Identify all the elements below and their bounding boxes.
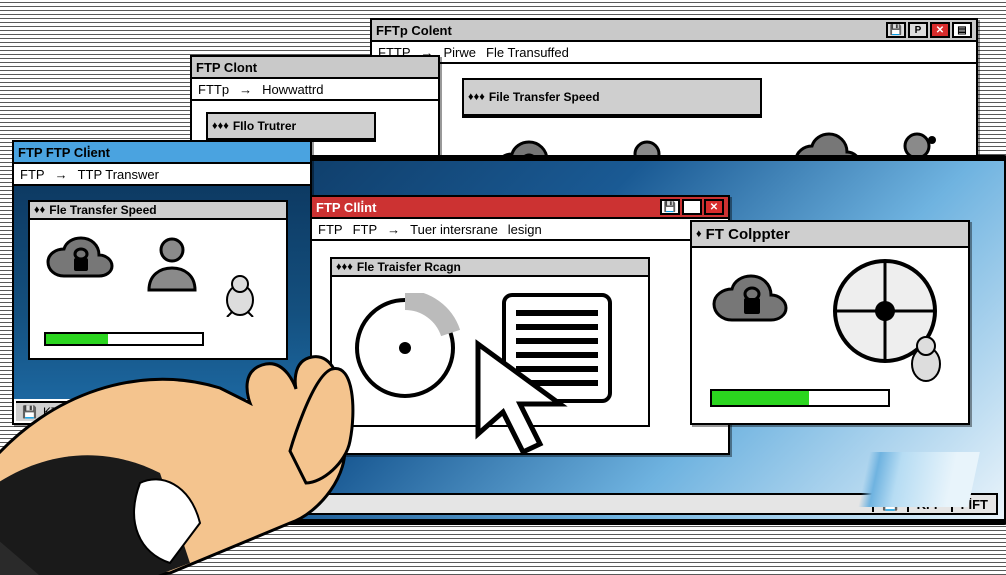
window-title: FFTp Colent bbox=[376, 23, 886, 38]
cursor-arrow-icon bbox=[468, 334, 588, 484]
menu-item[interactable]: FTP bbox=[20, 167, 45, 182]
user-icon bbox=[140, 234, 204, 296]
progress-fill bbox=[46, 334, 108, 344]
titlebar[interactable]: FFTp Colent 💾 P ✕ ▤ bbox=[372, 20, 976, 42]
window-body: ♦♦ Fle Transfer Speed bbox=[14, 186, 310, 399]
menu-item[interactable]: FTTp bbox=[198, 82, 229, 97]
panel-header: ♦♦ Fle Transfer Speed bbox=[30, 202, 286, 220]
arrow-icon: → bbox=[55, 167, 68, 182]
menu-item[interactable]: Fle Transuffed bbox=[486, 45, 569, 60]
diamond-icon: ♦♦♦ bbox=[468, 91, 485, 103]
menubar[interactable]: FTP FTP → Tuer intersrane lesign bbox=[312, 219, 728, 241]
titlebar[interactable]: FTP Clli̇nt 💾 P ✕ bbox=[312, 197, 728, 219]
window-title: FTP Clli̇nt bbox=[316, 200, 660, 215]
titlebar[interactable]: FTP FTP Cli̇ent bbox=[14, 142, 310, 164]
menu-item[interactable]: FTP bbox=[353, 222, 378, 237]
close-button[interactable]: ✕ bbox=[704, 199, 724, 215]
grip-icon bbox=[282, 406, 302, 418]
save-icon[interactable]: 💾 bbox=[886, 22, 906, 38]
cloud-lock-icon bbox=[710, 270, 800, 342]
arrow-icon: → bbox=[239, 82, 252, 97]
progress-bar bbox=[44, 332, 204, 346]
panel-title: File Transfer Speed bbox=[489, 90, 600, 104]
minimize-button[interactable]: P bbox=[908, 22, 928, 38]
menu-item[interactable]: TTP Transwer bbox=[78, 167, 159, 182]
panel-header: ♦♦♦ Fle Traisfer Rcagn bbox=[332, 259, 648, 277]
status-bar: 💾 KFP FİFT bbox=[262, 493, 998, 515]
diamond-icon: ♦ bbox=[696, 228, 702, 240]
menu-item[interactable]: Tuer intersrane bbox=[410, 222, 498, 237]
progress-fill bbox=[712, 391, 809, 405]
window-statusbar: 💾 KTP bbox=[16, 401, 308, 421]
titlebar[interactable]: FTP Clont bbox=[192, 57, 438, 79]
window-title: FTP Clont bbox=[196, 60, 434, 75]
cartoon-figure-icon bbox=[220, 272, 260, 317]
save-icon[interactable]: 💾 bbox=[660, 199, 680, 215]
status-mid: KFP bbox=[907, 497, 943, 512]
panel-title: Fle Transfer Speed bbox=[49, 203, 156, 217]
panel-header: ♦ FT Colppter bbox=[692, 222, 968, 248]
cartoon-figure-icon bbox=[904, 334, 949, 384]
window-controls: 💾 P ✕ ▤ bbox=[886, 22, 972, 38]
window-title: FTP FTP Cli̇ent bbox=[18, 145, 306, 160]
menu-item[interactable]: Pirwe bbox=[444, 45, 477, 60]
panel-transfer-speed: ♦♦♦ File Transfer Speed bbox=[462, 78, 762, 118]
extra-button[interactable]: ▤ bbox=[952, 22, 972, 38]
menubar[interactable]: FTTp → Howwattrd bbox=[192, 79, 438, 101]
progress-bar bbox=[710, 389, 890, 407]
diamond-icon: ♦♦♦ bbox=[336, 261, 353, 273]
arrow-icon: → bbox=[387, 222, 400, 237]
menu-item[interactable]: lesign bbox=[508, 222, 542, 237]
diamond-icon: ♦♦ bbox=[34, 204, 45, 216]
panel-transfer-speed: ♦♦ Fle Transfer Speed bbox=[28, 200, 288, 360]
close-button[interactable]: ✕ bbox=[930, 22, 950, 38]
menu-item[interactable]: FTP bbox=[318, 222, 343, 237]
panel-title: FIlo Trutrer bbox=[233, 119, 296, 133]
menubar[interactable]: FTP → TTP Transwer bbox=[14, 164, 310, 186]
window-ftp-right: ♦ FT Colppter bbox=[690, 220, 970, 425]
menubar[interactable]: FTTP → Pirwe Fle Transuffed bbox=[372, 42, 976, 64]
minimize-button[interactable]: P bbox=[682, 199, 702, 215]
menu-item[interactable]: Howwattrd bbox=[262, 82, 323, 97]
status-item: KTP bbox=[43, 405, 66, 419]
panel-title: FT Colppter bbox=[706, 226, 790, 243]
panel-header: ♦♦♦ File Transfer Speed bbox=[464, 80, 760, 116]
status-right: FİFT bbox=[951, 497, 988, 512]
status-disk-icon: 💾 bbox=[22, 405, 37, 419]
panel-file-transfer: ♦♦♦ FIlo Trutrer bbox=[206, 112, 376, 142]
diamond-icon: ♦♦♦ bbox=[212, 120, 229, 132]
panel-title: Fle Traisfer Rcagn bbox=[357, 260, 461, 274]
window-ftp-left: FTP FTP Cli̇ent FTP → TTP Transwer ♦♦ Fl… bbox=[12, 140, 312, 425]
gauge-icon bbox=[350, 293, 460, 403]
cloud-lock-icon bbox=[44, 234, 124, 296]
status-disk-icon: 💾 bbox=[872, 496, 898, 512]
status-box bbox=[262, 406, 276, 418]
panel-header: ♦♦♦ FIlo Trutrer bbox=[208, 114, 374, 140]
